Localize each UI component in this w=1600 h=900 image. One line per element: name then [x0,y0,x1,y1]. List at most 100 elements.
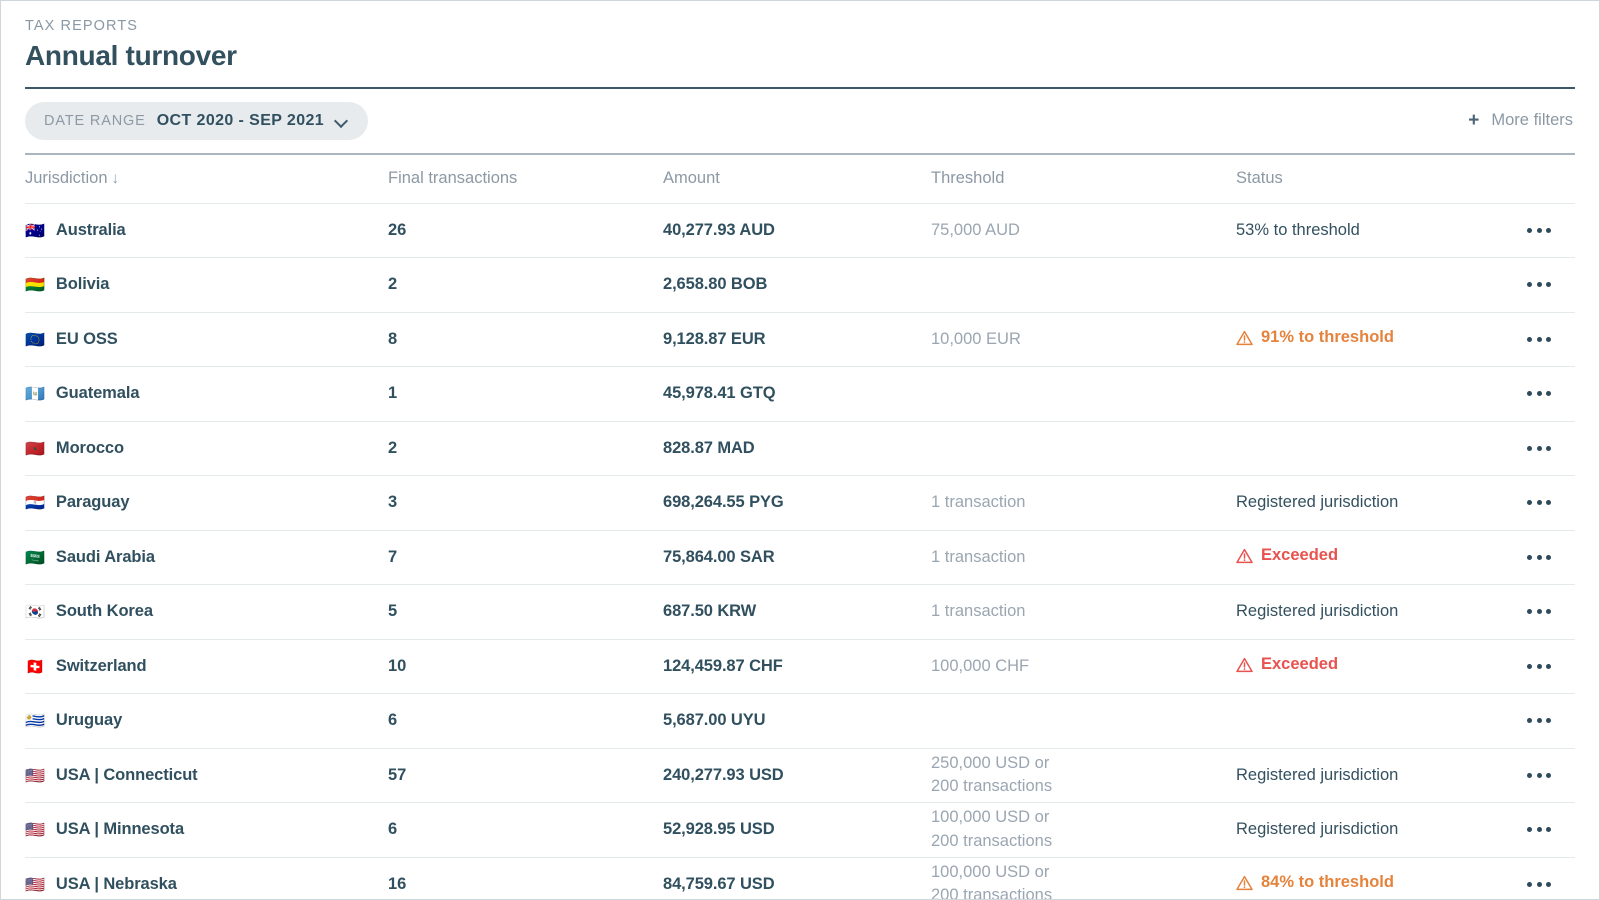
kebab-menu-icon[interactable] [1525,274,1553,295]
cell-amount: 687.50 KRW [663,602,931,621]
more-filters-label: More filters [1491,111,1573,130]
cell-jurisdiction: 🇺🇸USA | Connecticut [25,766,388,785]
kebab-menu-icon[interactable] [1525,438,1553,459]
cell-actions [1491,438,1575,459]
breadcrumb: TAX REPORTS [25,17,1575,36]
warning-triangle-icon [1236,875,1253,891]
jurisdiction-name: Morocco [56,439,124,457]
page-header: TAX REPORTS Annual turnover [1,1,1599,75]
table-row[interactable]: 🇬🇹Guatemala145,978.41 GTQ [25,367,1575,422]
cell-status: Registered jurisdiction [1236,493,1491,512]
kebab-menu-icon[interactable] [1525,220,1553,241]
date-range-value: OCT 2020 - SEP 2021 [157,112,324,130]
table-row[interactable]: 🇰🇷South Korea5687.50 KRW1 transactionReg… [25,585,1575,640]
cell-amount: 240,277.93 USD [663,766,931,785]
cell-amount: 52,928.95 USD [663,820,931,839]
plus-icon: + [1468,111,1479,130]
more-filters-button[interactable]: + More filters [1468,111,1575,130]
kebab-menu-icon[interactable] [1525,765,1553,786]
table-row[interactable]: 🇲🇦Morocco2828.87 MAD [25,422,1575,477]
table-row[interactable]: 🇨🇭Switzerland10124,459.87 CHF100,000 CHF… [25,640,1575,695]
flag-icon: 🇵🇾 [25,495,45,511]
jurisdiction-name: Saudi Arabia [56,548,155,566]
cell-amount: 828.87 MAD [663,439,931,458]
threshold-value-line2: 200 transactions [931,775,1236,798]
filter-bar: DATE RANGE OCT 2020 - SEP 2021 + More fi… [1,89,1599,153]
cell-final-transactions: 6 [388,820,663,839]
table-row[interactable]: 🇵🇾Paraguay3698,264.55 PYG1 transactionRe… [25,476,1575,531]
tax-reports-page: TAX REPORTS Annual turnover DATE RANGE O… [0,0,1600,900]
cell-final-transactions: 26 [388,221,663,240]
kebab-menu-icon[interactable] [1525,874,1553,895]
cell-threshold: 100,000 CHF [931,655,1236,678]
threshold-value-line2: 200 transactions [931,884,1236,900]
cell-actions [1491,710,1575,731]
cell-final-transactions: 57 [388,766,663,785]
kebab-menu-icon[interactable] [1525,819,1553,840]
cell-actions [1491,492,1575,513]
cell-actions [1491,274,1575,295]
table-row[interactable]: 🇸🇦Saudi Arabia775,864.00 SAR1 transactio… [25,531,1575,586]
kebab-menu-icon[interactable] [1525,383,1553,404]
status-badge: 91% to threshold [1236,328,1394,347]
cell-final-transactions: 7 [388,548,663,567]
cell-final-transactions: 5 [388,602,663,621]
jurisdiction-name: Australia [56,221,126,239]
cell-actions [1491,765,1575,786]
table-row[interactable]: 🇺🇸USA | Nebraska1684,759.67 USD100,000 U… [25,858,1575,900]
cell-threshold: 1 transaction [931,491,1236,514]
table-row[interactable]: 🇪🇺EU OSS89,128.87 EUR10,000 EUR91% to th… [25,313,1575,368]
table-row[interactable]: 🇧🇴Bolivia22,658.80 BOB [25,258,1575,313]
column-header-amount[interactable]: Amount [663,169,931,188]
threshold-value: 1 transaction [931,600,1236,623]
kebab-menu-icon[interactable] [1525,601,1553,622]
date-range-filter[interactable]: DATE RANGE OCT 2020 - SEP 2021 [25,102,368,140]
cell-final-transactions: 1 [388,384,663,403]
warning-triangle-icon [1236,330,1253,346]
threshold-value: 100,000 USD or [931,861,1236,884]
threshold-value: 100,000 USD or [931,806,1236,829]
cell-amount: 40,277.93 AUD [663,221,931,240]
table-row[interactable]: 🇺🇾Uruguay65,687.00 UYU [25,694,1575,749]
warning-triangle-icon [1236,657,1253,673]
cell-status [1236,276,1491,294]
kebab-menu-icon[interactable] [1525,656,1553,677]
table-row[interactable]: 🇦🇺Australia2640,277.93 AUD75,000 AUD53% … [25,204,1575,259]
cell-final-transactions: 2 [388,439,663,458]
table-row[interactable]: 🇺🇸USA | Minnesota652,928.95 USD100,000 U… [25,803,1575,858]
status-badge: Registered jurisdiction [1236,766,1398,785]
status-label: Registered jurisdiction [1236,766,1398,785]
kebab-menu-icon[interactable] [1525,710,1553,731]
threshold-value: 100,000 CHF [931,655,1236,678]
status-label: 91% to threshold [1261,328,1394,347]
flag-icon: 🇧🇴 [25,277,45,293]
jurisdiction-name: Paraguay [56,493,130,511]
kebab-menu-icon[interactable] [1525,329,1553,350]
cell-status: 91% to threshold [1236,328,1491,351]
status-badge: 84% to threshold [1236,873,1394,892]
cell-jurisdiction: 🇸🇦 Saudi Arabia [25,548,388,567]
threshold-value: 1 transaction [931,491,1236,514]
cell-amount: 45,978.41 GTQ [663,384,931,403]
cell-status [1236,439,1491,457]
column-header-final-transactions[interactable]: Final transactions [388,169,663,188]
column-header-jurisdiction[interactable]: Jurisdiction↓ [25,169,388,188]
cell-status: Exceeded [1236,546,1491,569]
status-label: Registered jurisdiction [1236,493,1398,512]
cell-jurisdiction: 🇨🇭Switzerland [25,657,388,676]
flag-icon: 🇺🇸 [25,822,45,838]
flag-icon: 🇰🇷 [25,604,45,620]
cell-final-transactions: 16 [388,875,663,894]
cell-amount: 2,658.80 BOB [663,275,931,294]
page-title: Annual turnover [25,37,1575,75]
cell-status: Registered jurisdiction [1236,820,1491,839]
flag-icon: 🇸🇦 [25,550,45,566]
kebab-menu-icon[interactable] [1525,492,1553,513]
column-header-status[interactable]: Status [1236,169,1491,188]
table-row[interactable]: 🇺🇸USA | Connecticut57240,277.93 USD250,0… [25,749,1575,804]
status-badge: 53% to threshold [1236,221,1360,240]
column-header-threshold[interactable]: Threshold [931,169,1236,188]
kebab-menu-icon[interactable] [1525,547,1553,568]
cell-jurisdiction: 🇧🇴Bolivia [25,275,388,294]
jurisdiction-name: Switzerland [56,657,147,675]
